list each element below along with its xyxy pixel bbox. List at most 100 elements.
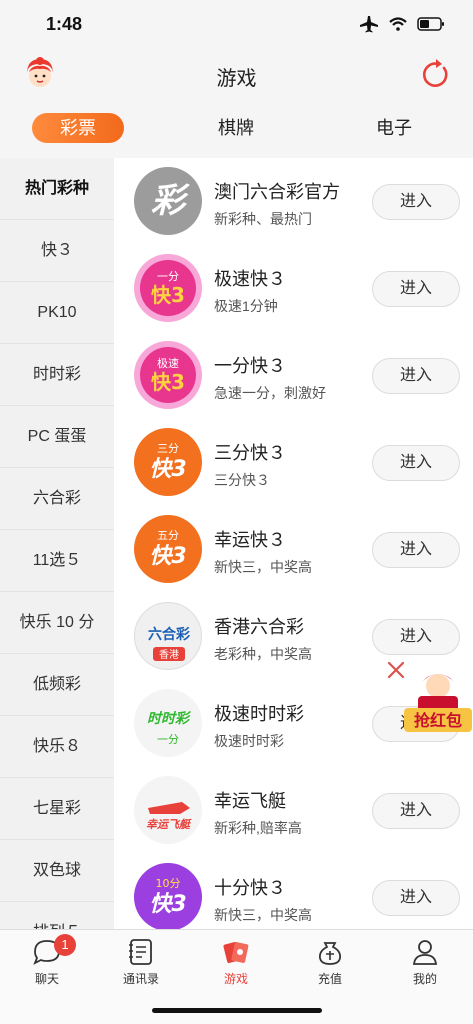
- enter-button[interactable]: 进入: [372, 271, 460, 307]
- game-logo-icon: 时时彩 一分: [134, 689, 202, 757]
- list-item[interactable]: 10分 快3 十分快３ 新快三，中奖高 进入: [114, 854, 473, 929]
- tab-chess[interactable]: 棋牌: [190, 113, 282, 143]
- refresh-icon[interactable]: [419, 58, 451, 90]
- enter-button[interactable]: 进入: [372, 184, 460, 220]
- game-logo-text: 快3: [151, 370, 185, 394]
- game-logo-text: 极速: [157, 356, 179, 370]
- tab-lottery[interactable]: 彩票: [32, 113, 124, 143]
- sidebar-item-ssc[interactable]: 时时彩: [0, 344, 114, 406]
- game-subtitle: 急速一分，刺激好: [214, 385, 326, 401]
- status-icons: [359, 15, 445, 33]
- sidebar-item-kuaile8[interactable]: 快乐８: [0, 716, 114, 778]
- status-bar: 1:48: [0, 0, 473, 48]
- tabbar-label: 通讯录: [122, 972, 159, 986]
- sidebar-item-liuhecai[interactable]: 六合彩: [0, 468, 114, 530]
- sidebar: 热门彩种 快３ PK10 时时彩 PC 蛋蛋 六合彩 11选５ 快乐 10 分 …: [0, 158, 114, 929]
- game-title: 澳门六合彩官方: [214, 182, 340, 202]
- tabbar-label: 我的: [412, 972, 437, 986]
- category-tabs: 彩票 棋牌 电子: [0, 104, 473, 156]
- game-logo-text: 10分: [156, 877, 181, 890]
- home-indicator: [152, 1008, 322, 1013]
- red-packet-icon[interactable]: 抢红包: [404, 668, 472, 734]
- game-subtitle: 新彩种,赔率高: [214, 820, 302, 836]
- tabbar-item-contacts[interactable]: 通讯录: [106, 936, 176, 987]
- game-logo-text: 一分: [157, 270, 179, 283]
- game-title: 三分快３: [214, 443, 286, 463]
- tabbar-item-recharge[interactable]: 充值: [295, 936, 365, 987]
- list-item[interactable]: 极速 快3 一分快３ 急速一分，刺激好 进入: [114, 332, 473, 419]
- unread-badge: 1: [54, 934, 76, 956]
- game-logo-text: 彩: [151, 181, 190, 221]
- sidebar-item-hot[interactable]: 热门彩种: [0, 158, 114, 220]
- game-subtitle: 新快三，中奖高: [214, 559, 312, 575]
- sidebar-item-pailie5[interactable]: 排列５: [0, 902, 114, 929]
- game-logo-icon: 三分快3: [134, 428, 202, 496]
- tab-electronic[interactable]: 电子: [348, 113, 440, 143]
- tabbar-item-profile[interactable]: 我的: [390, 936, 460, 987]
- tabbar-label: 聊天: [34, 972, 59, 986]
- game-logo-icon: 五分 快3: [134, 515, 202, 583]
- list-item[interactable]: 彩 澳门六合彩官方 新彩种、最热门 进入: [114, 158, 473, 245]
- list-item[interactable]: 六合彩 香港 香港六合彩 老彩种，中奖高 进入: [114, 593, 473, 680]
- sidebar-item-11x5[interactable]: 11选５: [0, 530, 114, 592]
- game-title: 极速时时彩: [214, 704, 304, 724]
- sidebar-item-shuangseqiu[interactable]: 双色球: [0, 840, 114, 902]
- game-logo-text: 时时彩: [147, 711, 192, 727]
- close-icon[interactable]: [386, 660, 406, 680]
- list-item[interactable]: 三分快3 三分快３ 三分快３ 进入: [114, 419, 473, 506]
- game-logo-text: 一分: [157, 733, 179, 746]
- list-item[interactable]: 一分 快3 极速快３ 极速1分钟 进入: [114, 245, 473, 332]
- nav-bar: 游戏: [0, 48, 473, 102]
- page-title: 游戏: [216, 68, 257, 90]
- enter-button[interactable]: 进入: [372, 358, 460, 394]
- game-subtitle: 老彩种，中奖高: [214, 646, 312, 662]
- enter-button[interactable]: 进入: [372, 793, 460, 829]
- enter-button[interactable]: 进入: [372, 532, 460, 568]
- airplane-icon: [360, 16, 378, 33]
- game-logo-text: 快3: [149, 544, 186, 569]
- tabbar-label: 充值: [317, 972, 342, 986]
- game-logo-text: 三分: [157, 442, 179, 455]
- recharge-icon: [318, 942, 342, 965]
- red-packet-text: 抢红包: [414, 711, 462, 730]
- sidebar-item-pk10[interactable]: PK10: [0, 282, 114, 344]
- sidebar-item-kuai3[interactable]: 快３: [0, 220, 114, 282]
- sidebar-item-kuaile10[interactable]: 快乐 10 分: [0, 592, 114, 654]
- game-logo-text: 香港: [159, 649, 179, 661]
- game-logo-icon: 10分 快3: [134, 863, 202, 929]
- contacts-icon: [129, 939, 152, 965]
- enter-button[interactable]: 进入: [372, 619, 460, 655]
- game-title: 幸运飞艇: [214, 791, 286, 811]
- game-subtitle: 三分快３: [214, 472, 270, 488]
- tabbar-label: 游戏: [223, 972, 248, 986]
- game-logo-icon: 彩: [134, 167, 202, 235]
- sidebar-item-pc-egg[interactable]: PC 蛋蛋: [0, 406, 114, 468]
- profile-icon: [412, 940, 438, 965]
- game-logo-icon: 一分 快3: [134, 254, 202, 322]
- wifi-icon: [389, 17, 407, 31]
- game-title: 一分快３: [214, 356, 286, 376]
- game-subtitle: 新快三，中奖高: [214, 907, 312, 923]
- tabbar-item-chat[interactable]: 1 聊天: [12, 934, 82, 987]
- sidebar-item-lowfreq[interactable]: 低频彩: [0, 654, 114, 716]
- game-logo-icon: 六合彩 香港: [134, 602, 202, 670]
- game-title: 十分快３: [214, 878, 286, 898]
- enter-button[interactable]: 进入: [372, 880, 460, 916]
- game-subtitle: 极速1分钟: [214, 298, 278, 314]
- game-title: 极速快３: [214, 269, 286, 289]
- game-list: 彩 澳门六合彩官方 新彩种、最热门 进入 一分 快3 极速快３ 极速1分钟 进入 …: [114, 158, 473, 929]
- status-time: 1:48: [46, 14, 83, 34]
- game-logo-text: 快3: [151, 283, 185, 307]
- battery-icon: [417, 17, 444, 31]
- game-logo-text: 六合彩: [148, 626, 190, 643]
- game-title: 幸运快３: [214, 530, 286, 550]
- game-logo-icon: 极速 快3: [134, 341, 202, 409]
- sidebar-item-qixingcai[interactable]: 七星彩: [0, 778, 114, 840]
- enter-button[interactable]: 进入: [372, 445, 460, 481]
- list-item[interactable]: 五分 快3 幸运快３ 新快三，中奖高 进入: [114, 506, 473, 593]
- list-item[interactable]: 幸运飞艇 幸运飞艇 新彩种,赔率高 进入: [114, 767, 473, 854]
- game-logo-text: 幸运飞艇: [146, 818, 192, 831]
- game-subtitle: 极速时时彩: [214, 733, 284, 749]
- game-logo-text: 快3: [149, 457, 186, 482]
- tabbar-item-game[interactable]: 游戏: [201, 936, 271, 987]
